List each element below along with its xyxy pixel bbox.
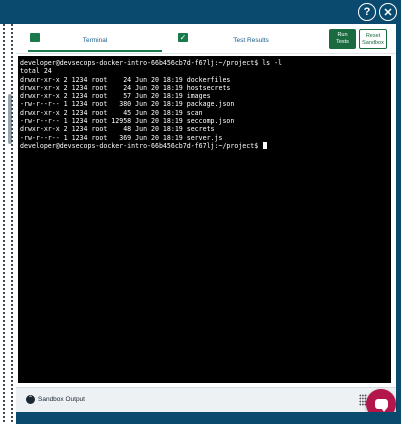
- terminal-line: drwxr-xr-x 2 1234 root 24 Jun 20 18:19 h…: [20, 83, 231, 92]
- sandbox-output-bar: ⌃ Sandbox Output: [16, 387, 396, 412]
- help-icon[interactable]: ?: [358, 3, 376, 21]
- terminal-line: developer@devsecops-docker-intro-66b456c…: [20, 141, 389, 150]
- terminal-cursor: [263, 141, 268, 149]
- run-tests-button[interactable]: Run Tests: [329, 29, 356, 49]
- sandbox-output-toggle[interactable]: ⌃ Sandbox Output: [26, 395, 85, 404]
- terminal-line: drwxr-xr-x 2 1234 root 48 Jun 20 18:19 s…: [20, 125, 215, 134]
- tab-test-results-label: Test Results: [233, 37, 269, 44]
- bottom-bar: [16, 412, 401, 424]
- scrollbar-thumb[interactable]: [8, 94, 12, 144]
- terminal-line: -rw-r--r-- 1 1234 root 369 Jun 20 18:19 …: [20, 133, 223, 142]
- terminal-line: -rw-r--r-- 1 1234 root 12958 Jun 20 18:1…: [20, 117, 235, 126]
- terminal-line: total 24: [20, 67, 52, 76]
- tab-terminal[interactable]: Terminal: [28, 30, 162, 52]
- top-bar: ? ✕: [0, 0, 401, 24]
- terminal-line: drwxr-xr-x 2 1234 root 57 Jun 20 18:19 i…: [20, 92, 211, 101]
- terminal-output[interactable]: developer@devsecops-docker-intro-66b456c…: [18, 56, 391, 383]
- terminal-line: -rw-r--r-- 1 1234 root 380 Jun 20 18:19 …: [20, 100, 235, 109]
- reset-sandbox-button[interactable]: Reset Sandbox: [359, 29, 387, 49]
- tab-bar: Terminal ✓ Test Results Run Tests Reset Sa…: [16, 24, 396, 54]
- terminal-line: drwxr-xr-x 2 1234 root 24 Jun 20 18:19 d…: [20, 75, 231, 84]
- close-icon[interactable]: ✕: [379, 3, 397, 21]
- terminal-line: drwxr-xr-x 2 1234 root 45 Jun 20 18:19 s…: [20, 108, 203, 117]
- sandbox-output-label: Sandbox Output: [38, 396, 85, 403]
- left-margin: [0, 24, 16, 424]
- terminal-line: developer@devsecops-docker-intro-66b456c…: [20, 59, 283, 67]
- chat-icon: [374, 399, 388, 412]
- tab-test-results[interactable]: ✓ Test Results: [176, 30, 326, 52]
- sandbox-panel: Terminal ✓ Test Results Run Tests Reset Sa…: [16, 24, 396, 412]
- chevron-up-icon: ⌃: [26, 395, 35, 404]
- tab-terminal-label: Terminal: [82, 37, 108, 44]
